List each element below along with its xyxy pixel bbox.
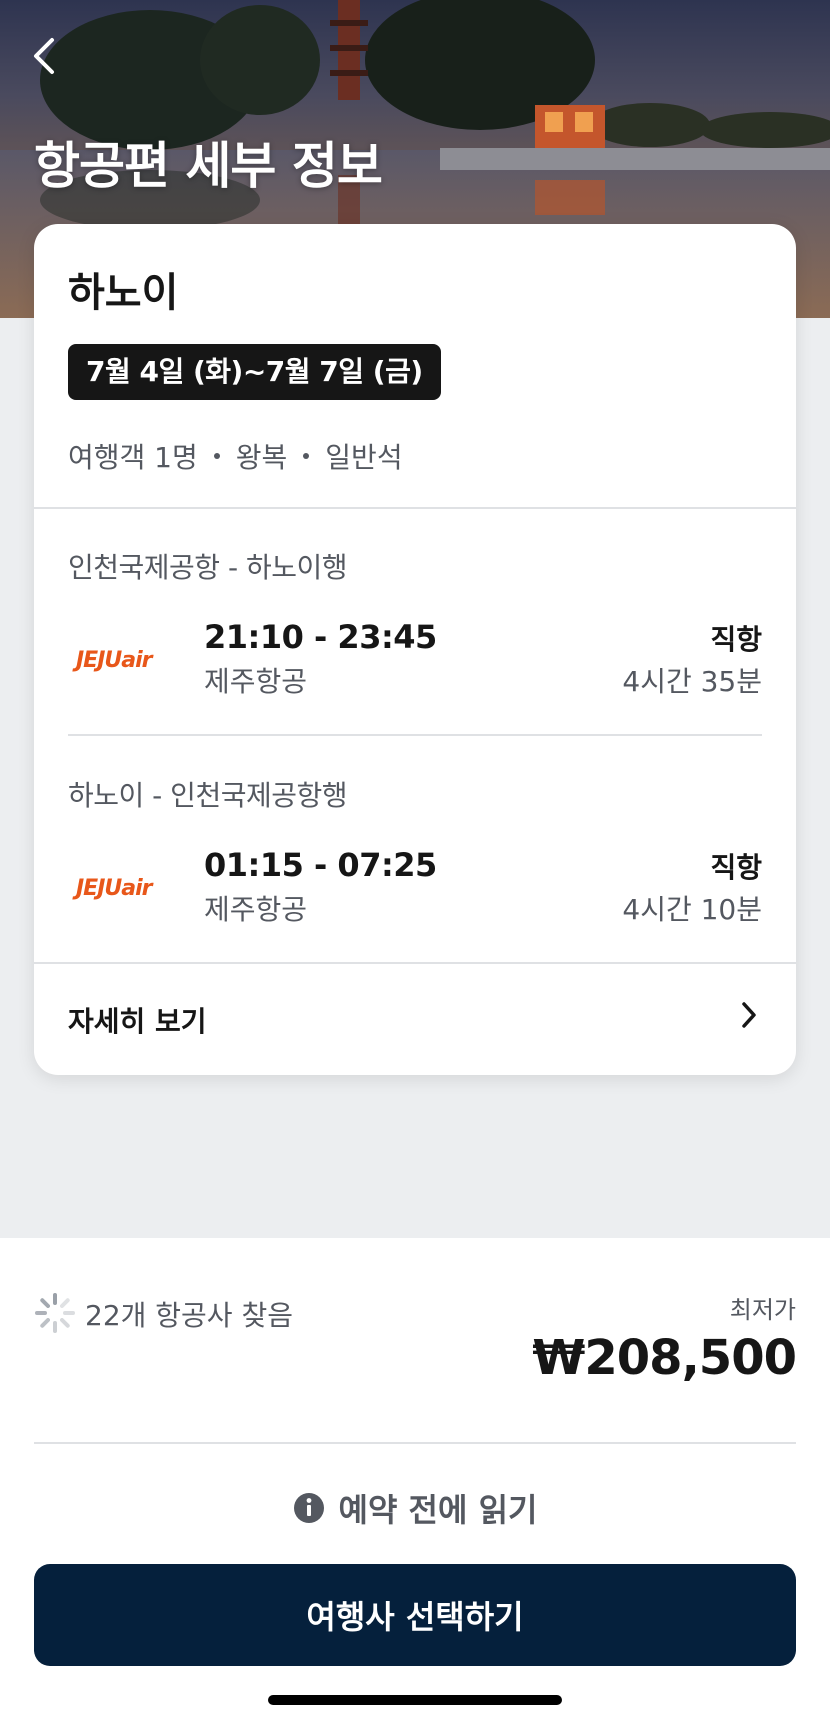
price-summary-sheet: 22개 항공사 찾음 최저가 ₩208,500 예약 전에 읽기 여행사 선택하… xyxy=(0,1238,830,1716)
section-divider xyxy=(34,507,796,509)
flight-details-card: 하노이 7월 4일 (화)~7월 7일 (금) 여행객 1명 왕복 일반석 인천… xyxy=(34,224,796,1075)
flight-duration: 4시간 10분 xyxy=(622,893,762,926)
flight-times: 21:10 - 23:45 xyxy=(204,618,437,656)
info-icon xyxy=(293,1493,324,1523)
separator-dot xyxy=(213,453,220,459)
select-agency-button[interactable]: 여행사 선택하기 xyxy=(34,1564,796,1666)
route-label: 하노이 - 인천국제공항행 xyxy=(68,779,348,812)
route-label: 인천국제공항 - 하노이행 xyxy=(68,551,348,584)
back-button[interactable] xyxy=(30,36,74,88)
airlines-found-status: 22개 항공사 찾음 xyxy=(85,1299,293,1332)
travel-dates-badge: 7월 4일 (화)~7월 7일 (금) xyxy=(68,344,441,400)
page-title: 항공편 세부 정보 xyxy=(34,137,383,195)
chevron-left-icon xyxy=(34,38,54,74)
home-indicator xyxy=(268,1695,562,1705)
read-before-booking-label: 예약 전에 읽기 xyxy=(338,1491,538,1529)
separator-dot xyxy=(303,453,310,459)
view-details-row[interactable]: 자세히 보기 xyxy=(34,964,796,1075)
airline-name: 제주항공 xyxy=(204,893,308,926)
stops-label: 직항 xyxy=(710,851,762,884)
read-before-booking-link[interactable]: 예약 전에 읽기 xyxy=(0,1482,830,1534)
lowest-price-label: 최저가 xyxy=(729,1296,796,1324)
jeju-air-logo: JEJUair xyxy=(76,648,153,673)
cabin-class: 일반석 xyxy=(325,441,403,474)
loading-spinner-icon xyxy=(35,1293,75,1333)
leg-divider xyxy=(68,734,762,736)
flight-times: 01:15 - 07:25 xyxy=(204,846,437,884)
chevron-right-icon xyxy=(742,1002,756,1028)
travelers-count: 여행객 1명 xyxy=(68,441,198,474)
airline-name: 제주항공 xyxy=(204,665,308,698)
flight-duration: 4시간 35분 xyxy=(622,665,762,698)
sheet-divider xyxy=(34,1442,796,1444)
trip-summary: 여행객 1명 왕복 일반석 xyxy=(68,436,403,476)
stops-label: 직항 xyxy=(710,623,762,656)
trip-type: 왕복 xyxy=(235,441,288,474)
lowest-price: ₩208,500 xyxy=(532,1330,797,1386)
jeju-air-logo: JEJUair xyxy=(76,876,153,901)
view-details-label: 자세히 보기 xyxy=(68,1005,207,1038)
destination-city: 하노이 xyxy=(68,270,179,316)
